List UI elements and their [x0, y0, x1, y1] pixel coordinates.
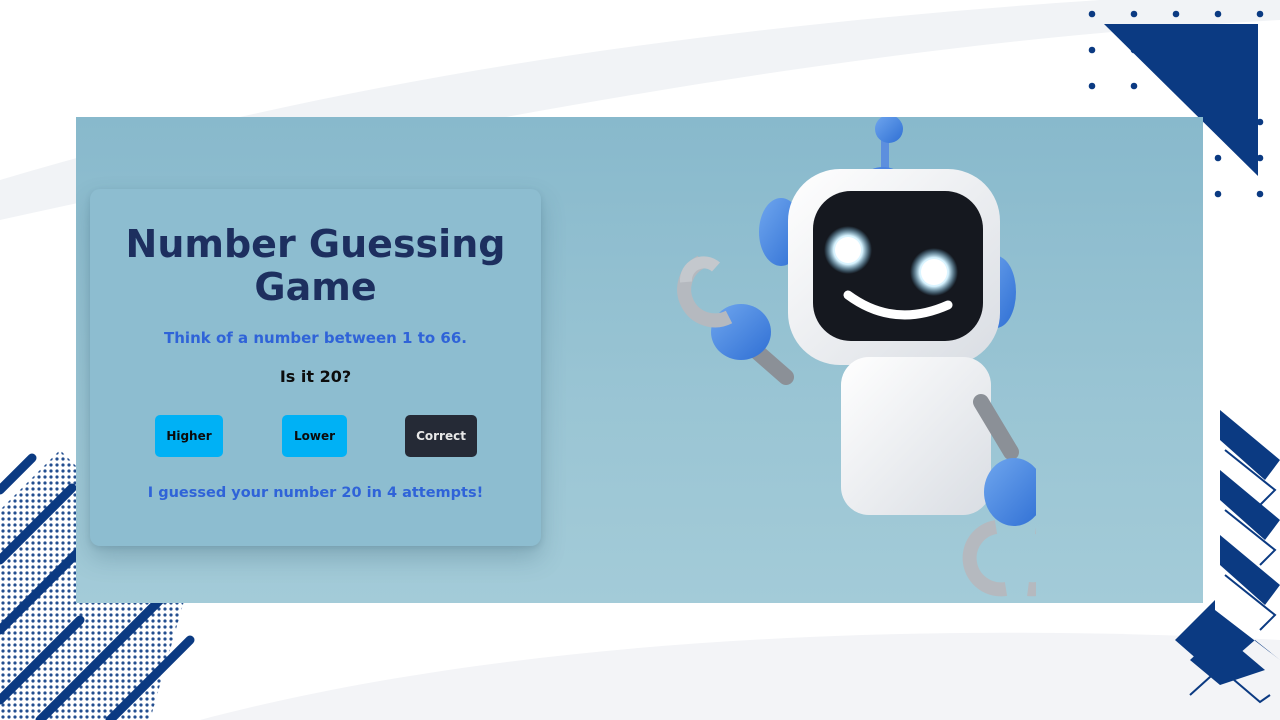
guess-question: Is it 20? [279, 367, 352, 386]
lower-button[interactable]: Lower [282, 415, 347, 457]
game-stage: Number Guessing Game Think of a number b… [76, 117, 1203, 603]
game-card: Number Guessing Game Think of a number b… [90, 189, 541, 546]
robot-mascot-illustration [677, 117, 1036, 597]
game-title: Number Guessing Game [125, 222, 506, 309]
higher-button[interactable]: Higher [155, 415, 223, 457]
result-message: I guessed your number 20 in 4 attempts! [147, 485, 484, 501]
range-prompt: Think of a number between 1 to 66. [164, 329, 467, 347]
correct-button[interactable]: Correct [405, 415, 477, 457]
